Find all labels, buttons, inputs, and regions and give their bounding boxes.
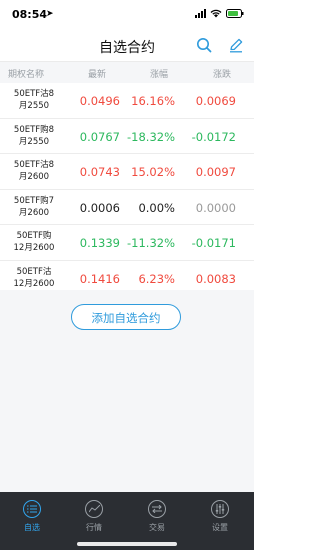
page-title: 自选合约	[99, 40, 155, 56]
change-value: 0.0097	[195, 165, 236, 179]
header-name: 期权名称	[8, 70, 45, 80]
change-rate: -18.32%	[127, 129, 175, 144]
change-value: -0.0172	[191, 129, 236, 144]
edit-icon[interactable]	[228, 37, 244, 53]
latest-price: 0.0767	[79, 129, 120, 144]
tab-settings[interactable]: 设置	[200, 500, 240, 533]
latest-price: 0.0743	[79, 165, 120, 179]
change-rate: 16.16%	[131, 94, 175, 108]
settings-sliders-icon	[211, 500, 229, 518]
wifi-icon	[210, 9, 222, 18]
location-arrow-icon: ➤	[46, 9, 54, 19]
contract-name: 50ETF沽 12月2600	[13, 266, 55, 289]
table-row[interactable]: 50ETF购7 月2600 0.0006 0.00% 0.0000	[0, 189, 254, 225]
change-value: 0.0000	[195, 200, 236, 215]
latest-price: 0.1339	[79, 236, 120, 250]
header-change: 涨跌	[213, 70, 232, 80]
tab-label: 自选	[24, 523, 40, 532]
nav-bar: 自选合约	[0, 30, 254, 60]
table-row[interactable]: 50ETF购8 月2550 0.0767 -18.32% -0.0172	[0, 118, 254, 154]
battery-icon	[226, 9, 244, 18]
contract-name: 50ETF购7 月2600	[13, 195, 55, 218]
change-value: 0.0069	[195, 94, 236, 108]
change-rate: 6.23%	[138, 271, 175, 286]
header-latest: 最新	[88, 70, 107, 80]
table-row[interactable]: 50ETF沽8 月2550 0.0496 16.16% 0.0069	[0, 83, 254, 119]
status-time: 08:54	[12, 8, 48, 21]
latest-price: 0.0496	[79, 94, 120, 108]
trend-chart-icon	[85, 500, 103, 518]
status-bar: 08:54 ➤	[0, 0, 254, 30]
tab-label: 交易	[149, 523, 165, 532]
change-value: -0.0171	[191, 236, 236, 250]
contract-name: 50ETF购 12月2600	[13, 231, 55, 253]
search-icon[interactable]	[196, 37, 212, 53]
list-icon	[23, 500, 41, 518]
contract-name: 50ETF购8 月2550	[13, 124, 55, 147]
watchlist-table: 50ETF沽8 月2550 0.0496 16.16% 0.0069 50ETF购…	[0, 83, 254, 296]
change-rate: -11.32%	[127, 236, 175, 250]
contract-name: 50ETF沽8 月2600	[13, 160, 55, 182]
tab-trade[interactable]: 交易	[137, 500, 177, 533]
header-rate: 涨幅	[150, 70, 169, 80]
change-value: 0.0083	[195, 271, 236, 286]
table-row[interactable]: 50ETF购 12月2600 0.1339 -11.32% -0.0171	[0, 225, 254, 261]
latest-price: 0.0006	[79, 200, 120, 215]
add-watchlist-button[interactable]: 添加自选合约	[71, 304, 181, 330]
table-row[interactable]: 50ETF沽8 月2600 0.0743 15.02% 0.0097	[0, 154, 254, 190]
signal-icon	[195, 9, 206, 18]
home-indicator	[77, 542, 177, 546]
trade-icon	[148, 500, 166, 518]
table-header: 期权名称 最新 涨幅 涨跌	[0, 61, 254, 84]
change-rate: 15.02%	[131, 165, 175, 179]
tab-market[interactable]: 行情	[74, 500, 114, 533]
system-icons	[195, 9, 244, 18]
tab-label: 行情	[86, 523, 102, 532]
change-rate: 0.00%	[138, 200, 175, 215]
tab-watchlist[interactable]: 自选	[12, 500, 52, 533]
contract-name: 50ETF沽8 月2550	[13, 89, 55, 111]
tab-label: 设置	[212, 523, 228, 532]
latest-price: 0.1416	[79, 271, 120, 286]
